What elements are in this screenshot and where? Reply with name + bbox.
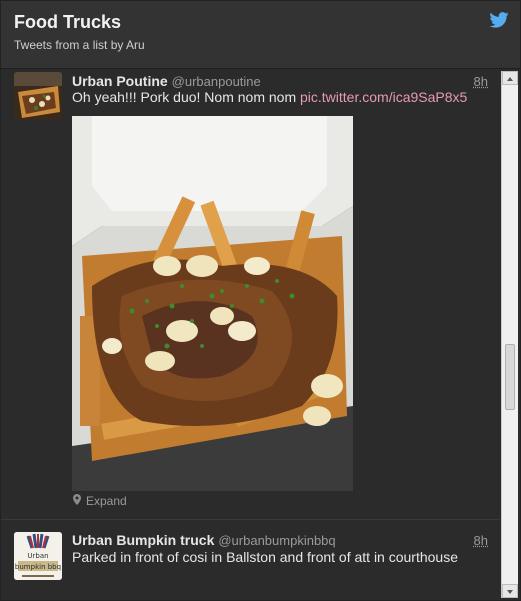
svg-text:bumpkin bbq: bumpkin bbq xyxy=(15,563,61,571)
twitter-list-widget: Food Trucks Tweets from a list by Aru Ur… xyxy=(0,0,521,601)
tweet-text: Parked in front of cosi in Ballston and … xyxy=(72,549,458,565)
scrollbar[interactable] xyxy=(501,71,518,598)
tweet-author[interactable]: Urban Poutine @urbanpoutine xyxy=(72,73,261,89)
arrow-up-icon xyxy=(507,77,513,81)
list-subtitle: Tweets from a list by Aru xyxy=(14,38,145,52)
avatar-poutine-image xyxy=(14,72,62,120)
list-title[interactable]: Food Trucks xyxy=(14,12,121,33)
tweet-body: Oh yeah!!! Pork duo! Nom nom nom xyxy=(72,89,300,105)
scrollbar-thumb[interactable] xyxy=(505,344,515,410)
tweet-text: Oh yeah!!! Pork duo! Nom nom nom pic.twi… xyxy=(72,89,467,105)
tweet-timestamp[interactable]: 8h xyxy=(474,533,488,548)
tweet-timestamp[interactable]: 8h xyxy=(474,74,488,89)
widget-header: Food Trucks Tweets from a list by Aru xyxy=(1,1,520,69)
expand-link[interactable]: Expand xyxy=(72,494,127,508)
urban-bumpkin-logo-icon: Urban bumpkin bbq xyxy=(14,532,62,580)
scroll-down-button[interactable] xyxy=(502,584,518,598)
location-pin-icon xyxy=(73,494,81,505)
author-name[interactable]: Urban Bumpkin truck xyxy=(72,532,214,548)
author-name[interactable]: Urban Poutine xyxy=(72,73,168,89)
tweet-timeline[interactable]: Urban Poutine @urbanpoutine 8h Oh yeah!!!… xyxy=(1,69,500,600)
poutine-photo-image xyxy=(72,116,353,491)
author-handle[interactable]: @urbanbumpkinbbq xyxy=(218,533,335,548)
arrow-down-icon xyxy=(507,590,513,594)
avatar[interactable] xyxy=(14,72,62,120)
svg-text:Urban: Urban xyxy=(27,552,48,560)
tweet-media-link[interactable]: pic.twitter.com/ica9SaP8x5 xyxy=(300,89,467,105)
tweet-author[interactable]: Urban Bumpkin truck @urbanbumpkinbbq xyxy=(72,532,336,548)
author-handle[interactable]: @urbanpoutine xyxy=(172,74,261,89)
avatar[interactable]: Urban bumpkin bbq xyxy=(14,532,62,580)
tweet-item[interactable]: Urban bumpkin bbq Urban Bumpkin truck @ur… xyxy=(1,520,500,600)
scroll-up-button[interactable] xyxy=(502,71,518,85)
twitter-bird-icon[interactable] xyxy=(489,12,509,28)
expand-label[interactable]: Expand xyxy=(86,494,127,508)
tweet-photo[interactable] xyxy=(72,116,353,491)
tweet-item[interactable]: Urban Poutine @urbanpoutine 8h Oh yeah!!!… xyxy=(1,69,500,520)
